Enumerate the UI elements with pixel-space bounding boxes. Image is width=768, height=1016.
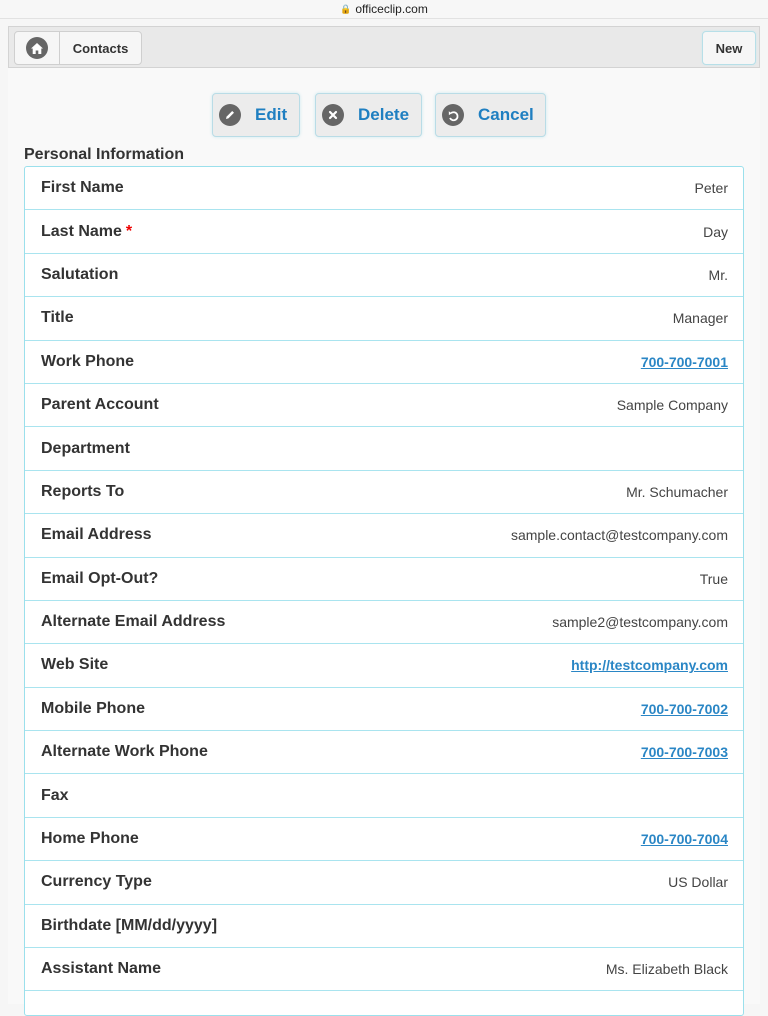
field-value: Ms. Elizabeth Black xyxy=(605,961,728,978)
field-label: Parent Account xyxy=(41,396,159,414)
field-label-text: Email Address xyxy=(41,526,152,544)
browser-url-bar[interactable]: 🔒 officeclip.com xyxy=(0,0,768,19)
field-label-text: Web Site xyxy=(41,656,109,674)
url-text: officeclip.com xyxy=(355,2,428,16)
cancel-button[interactable]: Cancel xyxy=(435,93,546,137)
field-value: Peter xyxy=(694,180,728,197)
field-row: Web Site http://testcompany.com xyxy=(25,644,743,688)
field-label-text: Currency Type xyxy=(41,873,152,891)
field-label: Email Address xyxy=(41,526,152,544)
new-button[interactable]: New xyxy=(702,31,756,65)
delete-button[interactable]: Delete xyxy=(315,93,422,137)
field-row: Last Name * Day xyxy=(25,210,743,254)
field-value-link[interactable]: 700-700-7001 xyxy=(641,354,728,370)
field-label: Alternate Email Address xyxy=(41,613,225,631)
close-icon xyxy=(322,104,344,126)
field-label-text: Last Name xyxy=(41,222,122,240)
field-label: Currency Type xyxy=(41,873,152,891)
field-row: Fax xyxy=(25,774,743,818)
field-value: Day xyxy=(703,223,728,240)
field-value: Mr. Schumacher xyxy=(626,483,728,500)
field-row: Assistant Name Ms. Elizabeth Black xyxy=(25,948,743,992)
header-bar: Contacts New xyxy=(8,26,760,68)
field-value: Mr. xyxy=(708,266,728,283)
field-label: Reports To xyxy=(41,483,124,501)
delete-label: Delete xyxy=(358,105,410,124)
edit-button[interactable]: Edit xyxy=(212,93,300,137)
lock-icon: 🔒 xyxy=(340,3,352,14)
field-label: Work Phone xyxy=(41,353,134,371)
field-label-text: Title xyxy=(41,309,74,327)
field-label: First Name xyxy=(41,179,124,197)
field-row: Alternate Email Address sample2@testcompa… xyxy=(25,601,743,645)
field-row: Department xyxy=(25,427,743,471)
field-label: Mobile Phone xyxy=(41,700,145,718)
field-row: Email Address sample.contact@testcompany.… xyxy=(25,514,743,558)
field-value-link[interactable]: 700-700-7004 xyxy=(641,831,728,847)
required-asterisk: * xyxy=(125,222,133,240)
field-label: Department xyxy=(41,440,130,458)
field-label-text: Work Phone xyxy=(41,352,135,370)
field-label: Title xyxy=(41,309,74,327)
field-label-text: Alternate Work Phone xyxy=(41,743,208,761)
home-button[interactable] xyxy=(14,31,60,65)
field-label-text: Assistant Name xyxy=(41,960,162,978)
field-value: sample2@testcompany.com xyxy=(552,614,728,631)
field-row: Mobile Phone 700-700-7002 xyxy=(25,688,743,732)
field-label: Assistant Name xyxy=(41,960,161,978)
field-label-text: Home Phone xyxy=(41,830,139,848)
field-row: Email Opt-Out? True xyxy=(25,558,743,601)
field-label: Fax xyxy=(41,787,69,805)
field-value: Manager xyxy=(672,310,728,327)
field-label: Home Phone xyxy=(41,830,139,848)
field-row: Currency Type US Dollar xyxy=(25,861,743,905)
field-row: First Name Peter xyxy=(25,167,743,211)
field-row: Birthdate [MM/dd/yyyy] xyxy=(25,905,743,949)
field-label-text: Fax xyxy=(41,786,69,804)
undo-icon xyxy=(442,104,464,126)
field-row: Home Phone 700-700-7004 xyxy=(25,818,743,862)
field-label-text: Mobile Phone xyxy=(41,699,145,717)
field-row: Work Phone 700-700-7001 xyxy=(25,341,743,384)
field-label: Email Opt-Out? xyxy=(41,570,158,588)
field-row: Reports To Mr. Schumacher xyxy=(25,471,743,515)
contacts-breadcrumb-button[interactable]: Contacts xyxy=(59,31,142,65)
field-label-text: First Name xyxy=(41,179,124,197)
cancel-label: Cancel xyxy=(478,105,534,124)
field-value-link[interactable]: http://testcompany.com xyxy=(571,657,728,673)
page: Contacts New Edit Delete Cancel Personal… xyxy=(8,26,760,1016)
field-row: Title Manager xyxy=(25,297,743,341)
field-label: Alternate Work Phone xyxy=(41,743,208,761)
edit-label: Edit xyxy=(255,105,288,124)
field-row: Alternate Work Phone 700-700-7003 xyxy=(25,731,743,775)
field-row: Parent Account Sample Company xyxy=(25,384,743,428)
field-value: True xyxy=(699,570,728,587)
field-label-text: Birthdate [MM/dd/yyyy] xyxy=(41,916,218,934)
field-label: Web Site xyxy=(41,656,108,674)
field-row: Salutation Mr. xyxy=(25,254,743,298)
field-value: Sample Company xyxy=(616,397,728,414)
field-value: US Dollar xyxy=(668,874,728,891)
field-label-text: Department xyxy=(41,439,130,457)
field-label-text: Parent Account xyxy=(41,396,159,414)
field-label-text: Reports To xyxy=(41,482,125,500)
field-label: Birthdate [MM/dd/yyyy] xyxy=(41,917,217,935)
fields-panel: First Name Peter Last Name * Day Salutation Mr… xyxy=(24,166,744,1016)
field-value-link[interactable]: 700-700-7003 xyxy=(641,744,728,760)
action-toolbar: Edit Delete Cancel xyxy=(8,93,760,137)
field-label-text: Alternate Email Address xyxy=(41,613,226,631)
field-value-link[interactable]: 700-700-7002 xyxy=(641,701,728,717)
field-value: sample.contact@testcompany.com xyxy=(510,527,728,544)
field-label-text: Salutation xyxy=(41,265,119,283)
field-label-text: Email Opt-Out? xyxy=(41,569,159,587)
home-icon xyxy=(26,37,48,59)
field-label: Last Name * xyxy=(41,223,132,241)
pencil-icon xyxy=(219,104,241,126)
field-label: Salutation xyxy=(41,266,118,284)
section-title: Personal Information xyxy=(24,146,185,163)
